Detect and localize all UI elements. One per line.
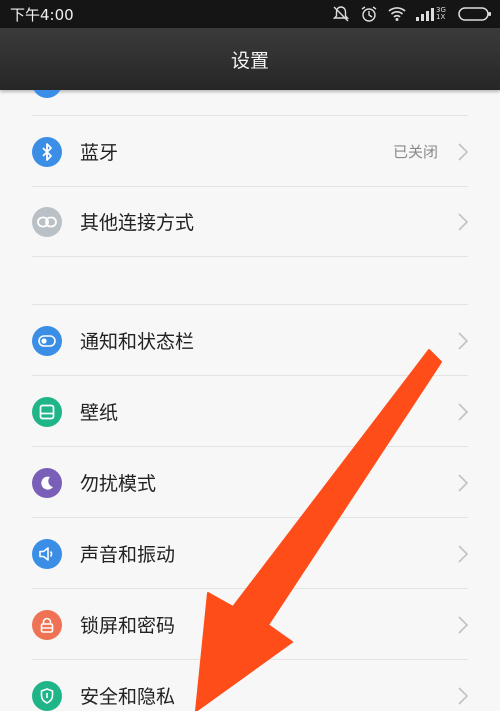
chevron-right-icon [458,212,469,235]
setting-label: 通知和状态栏 [80,331,195,353]
setting-label: 安全和隐私 [80,686,176,708]
battery-icon [458,6,492,22]
setting-label: 壁纸 [80,402,119,424]
lock-icon [32,609,62,640]
chevron-right-icon [458,686,469,709]
status-icons: 3G 1X [332,5,492,23]
settings-list: 蓝牙 已关闭 其他连接方式 通知和状态栏 壁纸 勿扰模式 声音和振动 锁屏和密码… [0,90,500,711]
link-icon [32,206,62,237]
setting-item-security[interactable]: 安全和隐私 [0,660,500,711]
setting-item-lock-screen[interactable]: 锁屏和密码 [0,589,500,660]
notification-toggle-icon [32,325,62,356]
chevron-right-icon [458,331,469,354]
page-title: 设置 [230,49,269,72]
moon-icon [32,467,62,498]
setting-item-notifications[interactable]: 通知和状态栏 [0,305,500,376]
status-time: 下午4:00 [10,5,74,24]
wifi-icon [388,6,406,22]
alarm-icon [360,5,378,23]
setting-label: 锁屏和密码 [80,615,176,637]
setting-value: 已关闭 [392,143,438,161]
title-bar: 设置 [0,28,500,90]
speaker-icon [32,538,62,569]
setting-item-other-connections[interactable]: 其他连接方式 [0,186,500,257]
divider [32,256,468,257]
setting-item-bluetooth[interactable]: 蓝牙 已关闭 [0,116,500,187]
chevron-right-icon [458,142,469,165]
setting-label: 其他连接方式 [80,212,195,234]
setting-item-wallpaper[interactable]: 壁纸 [0,376,500,447]
chevron-right-icon [458,615,469,638]
status-bar: 下午4:00 3G 1X [0,0,500,28]
partial-row-icon [32,90,62,98]
silent-icon [332,5,350,23]
setting-label: 蓝牙 [80,142,119,164]
signal-icon: 3G 1X [416,7,448,21]
chevron-right-icon [458,402,469,425]
setting-item-sound[interactable]: 声音和振动 [0,518,500,589]
chevron-right-icon [458,544,469,567]
shield-icon [32,680,62,711]
wallpaper-icon [32,396,62,427]
network-type: 3G 1X [436,6,446,21]
setting-label: 勿扰模式 [80,473,157,495]
chevron-right-icon [458,473,469,496]
bluetooth-icon [32,136,62,167]
setting-item-do-not-disturb[interactable]: 勿扰模式 [0,447,500,518]
setting-label: 声音和振动 [80,544,176,566]
